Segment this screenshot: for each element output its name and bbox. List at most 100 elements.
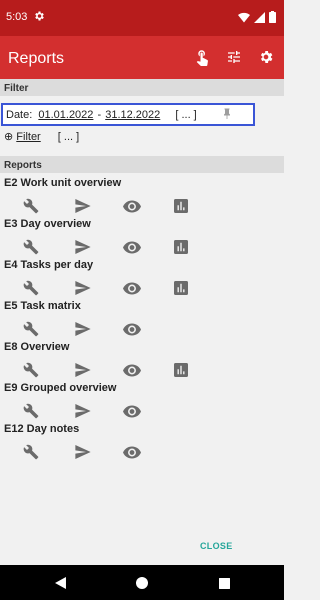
send-button[interactable] (74, 320, 92, 338)
preview-button[interactable] (123, 443, 141, 461)
report-actions (0, 320, 284, 338)
date-from-link[interactable]: 01.01.2022 (38, 109, 93, 121)
send-icon (75, 404, 91, 418)
preview-button[interactable] (123, 279, 141, 297)
filter-more-link[interactable]: [ ... ] (58, 131, 79, 143)
recents-button[interactable] (215, 574, 233, 592)
tune-icon (228, 51, 240, 63)
gear-icon (35, 11, 44, 21)
configure-button[interactable] (22, 402, 40, 420)
report-title: E9 Grouped overview (4, 382, 117, 394)
chart-button[interactable] (172, 238, 190, 256)
configure-button[interactable] (22, 361, 40, 379)
send-icon (75, 445, 91, 459)
date-more-link[interactable]: [ ... ] (175, 109, 196, 121)
send-button[interactable] (74, 361, 92, 379)
pin-icon[interactable] (221, 108, 233, 122)
eye-icon (123, 323, 141, 336)
send-button[interactable] (74, 197, 92, 215)
eye-icon (123, 241, 141, 254)
add-filter-icon[interactable]: ⊕ (4, 131, 13, 143)
preview-button[interactable] (123, 402, 141, 420)
signal-icon (254, 11, 265, 23)
reports-section-header: Reports (0, 156, 284, 173)
page-title: Reports (8, 50, 65, 67)
eye-icon (123, 200, 141, 213)
report-title: E12 Day notes (4, 423, 80, 435)
date-label: Date: (6, 109, 33, 121)
wrench-icon (23, 198, 39, 214)
report-actions (0, 197, 284, 215)
preview-button[interactable] (123, 320, 141, 338)
date-filter-line: Date: 01.01.2022 - 31.12.2022 [ ... ] (6, 109, 197, 121)
wrench-icon (23, 362, 39, 378)
bar-chart-icon (174, 281, 188, 295)
wifi-icon (238, 12, 250, 22)
wrench-icon (23, 321, 39, 337)
configure-button[interactable] (22, 238, 40, 256)
eye-icon (123, 446, 141, 459)
chart-button[interactable] (172, 279, 190, 297)
send-icon (75, 199, 91, 213)
send-button[interactable] (74, 402, 92, 420)
report-actions (0, 402, 284, 420)
chart-button[interactable] (172, 197, 190, 215)
wrench-icon (23, 280, 39, 296)
battery-icon (269, 11, 276, 23)
eye-icon (123, 282, 141, 295)
date-separator: - (97, 109, 102, 121)
bar-chart-icon (174, 199, 188, 213)
report-title: E3 Day overview (4, 218, 91, 230)
send-icon (75, 363, 91, 377)
back-icon (54, 577, 66, 589)
report-title: E5 Task matrix (4, 300, 81, 312)
report-title: E2 Work unit overview (4, 177, 122, 189)
send-icon (75, 281, 91, 295)
home-button[interactable] (133, 574, 151, 592)
tune-button[interactable] (222, 45, 246, 69)
configure-button[interactable] (22, 320, 40, 338)
send-button[interactable] (74, 443, 92, 461)
close-button[interactable]: CLOSE (200, 541, 233, 551)
wrench-icon (23, 403, 39, 419)
configure-button[interactable] (22, 279, 40, 297)
touch-icon (196, 50, 208, 66)
bar-chart-icon (174, 363, 188, 377)
report-title: E8 Overview (4, 341, 70, 353)
settings-icon (260, 51, 273, 63)
settings-button[interactable] (254, 45, 278, 69)
date-filter-row[interactable]: Date: 01.01.2022 - 31.12.2022 [ ... ] (1, 103, 255, 126)
preview-button[interactable] (123, 361, 141, 379)
report-actions (0, 279, 284, 297)
wrench-icon (23, 239, 39, 255)
configure-button[interactable] (22, 197, 40, 215)
report-actions (0, 238, 284, 256)
status-time: 5:03 (6, 11, 28, 23)
wrench-icon (23, 444, 39, 460)
recents-icon (218, 577, 230, 589)
status-bar: 5:03 (0, 0, 284, 36)
send-icon (75, 240, 91, 254)
navigation-bar (0, 565, 284, 600)
report-actions (0, 361, 284, 379)
bar-chart-icon (174, 240, 188, 254)
touch-button[interactable] (190, 45, 214, 69)
date-to-link[interactable]: 31.12.2022 (105, 109, 160, 121)
app-bar: Reports (0, 36, 284, 79)
send-icon (75, 322, 91, 336)
back-button[interactable] (51, 574, 69, 592)
filter-link[interactable]: Filter (16, 131, 40, 143)
report-title: E4 Tasks per day (4, 259, 94, 271)
eye-icon (123, 364, 141, 377)
chart-button[interactable] (172, 361, 190, 379)
filter-row: ⊕ Filter [ ... ] (4, 130, 79, 143)
send-button[interactable] (74, 279, 92, 297)
report-actions (0, 443, 284, 461)
eye-icon (123, 405, 141, 418)
preview-button[interactable] (123, 238, 141, 256)
preview-button[interactable] (123, 197, 141, 215)
configure-button[interactable] (22, 443, 40, 461)
send-button[interactable] (74, 238, 92, 256)
filter-section-header: Filter (0, 79, 284, 96)
home-icon (136, 577, 148, 589)
